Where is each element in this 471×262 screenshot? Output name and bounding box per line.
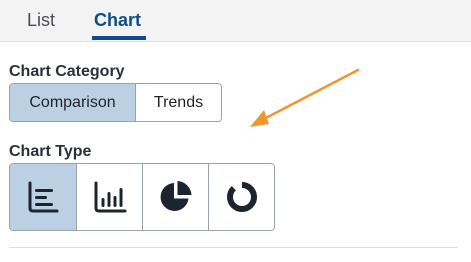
donut-chart-icon (226, 182, 257, 212)
chart-type-label: Chart Type (9, 143, 92, 160)
trends-button[interactable]: Trends (135, 84, 221, 121)
comparison-button[interactable]: Comparison (10, 84, 135, 121)
tab-bar: List Chart (0, 0, 471, 42)
bar-chart-horizontal-icon (28, 181, 59, 213)
section-divider (9, 247, 458, 248)
bar-chart-vertical-icon (94, 181, 126, 213)
tab-list[interactable]: List (27, 9, 55, 31)
active-tab-indicator (92, 36, 146, 40)
tab-chart[interactable]: Chart (94, 9, 141, 31)
chart-category-label: Chart Category (9, 63, 125, 80)
chart-type-toggle (9, 163, 275, 231)
chart-category-toggle: Comparison Trends (9, 83, 222, 122)
bar-chart-vertical-button[interactable] (76, 164, 142, 230)
donut-chart-button[interactable] (208, 164, 274, 230)
bar-chart-horizontal-button[interactable] (10, 164, 76, 230)
pie-chart-icon (160, 181, 191, 211)
pie-chart-button[interactable] (142, 164, 208, 230)
chart-settings-panel: List Chart Chart Category Comparison Tre… (0, 0, 471, 262)
chart-settings-content: Chart Category Comparison Trends Chart T… (0, 42, 471, 262)
